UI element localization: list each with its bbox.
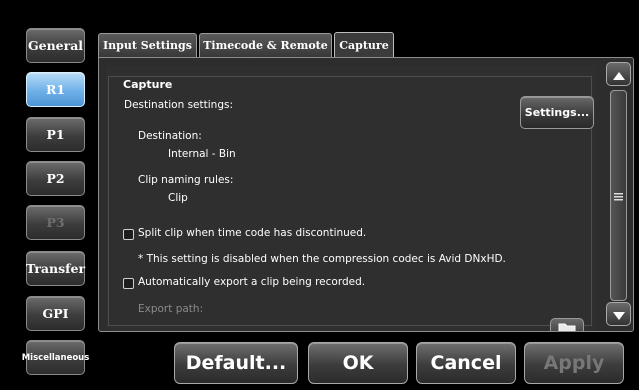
destination-settings-label: Destination settings: bbox=[124, 99, 233, 111]
sidebar-item-label: Transfer bbox=[25, 261, 86, 276]
triangle-up-icon bbox=[612, 65, 625, 84]
settings-button[interactable]: Settings... bbox=[520, 96, 594, 129]
tab-input-settings[interactable]: Input Settings bbox=[98, 33, 197, 57]
settings-button-label: Settings... bbox=[524, 106, 590, 119]
ok-button-label: OK bbox=[342, 352, 374, 374]
sidebar-item-r1[interactable]: R1 bbox=[26, 72, 85, 107]
cancel-button-label: Cancel bbox=[430, 352, 502, 374]
clip-naming-label: Clip naming rules: bbox=[138, 174, 234, 186]
scrollbar-track[interactable] bbox=[610, 90, 627, 301]
default-button-label: Default... bbox=[185, 352, 287, 374]
sidebar-item-gpi[interactable]: GPI bbox=[26, 296, 85, 331]
sidebar-item-label: P2 bbox=[46, 171, 65, 186]
tab-label: Input Settings bbox=[103, 39, 192, 52]
scroll-down-button[interactable] bbox=[606, 302, 631, 326]
sidebar-item-label: General bbox=[27, 38, 84, 53]
sidebar-item-miscellaneous[interactable]: Miscellaneous bbox=[22, 340, 89, 375]
sidebar-item-label: P3 bbox=[46, 215, 65, 230]
sidebar-item-label: P1 bbox=[46, 127, 65, 142]
sidebar-item-p3: P3 bbox=[26, 205, 85, 240]
tab-label: Timecode & Remote bbox=[203, 39, 328, 52]
tab-timecode-remote[interactable]: Timecode & Remote bbox=[199, 33, 332, 57]
tab-label: Capture bbox=[339, 39, 389, 52]
split-clip-note: * This setting is disabled when the comp… bbox=[138, 253, 506, 265]
export-path-label: Export path: bbox=[138, 303, 204, 315]
browse-folder-button[interactable] bbox=[550, 318, 584, 331]
triangle-down-icon bbox=[612, 305, 625, 324]
destination-value: Internal - Bin bbox=[168, 148, 236, 160]
destination-label: Destination: bbox=[138, 130, 202, 142]
capture-group-title: Capture bbox=[120, 78, 176, 91]
sidebar-item-label: Miscellaneous bbox=[21, 352, 90, 363]
ok-button[interactable]: OK bbox=[308, 342, 408, 384]
sidebar-item-transfer[interactable]: Transfer bbox=[26, 251, 85, 286]
default-button[interactable]: Default... bbox=[174, 342, 298, 384]
folder-icon bbox=[558, 320, 576, 331]
auto-export-checkbox[interactable] bbox=[123, 278, 134, 289]
sidebar-item-label: R1 bbox=[45, 82, 66, 97]
sidebar-item-label: GPI bbox=[42, 306, 69, 321]
grip-lines-icon bbox=[614, 186, 623, 205]
auto-export-label[interactable]: Automatically export a clip being record… bbox=[138, 276, 365, 288]
capture-content: Capture Destination settings: Settings..… bbox=[106, 66, 596, 331]
sidebar-item-general[interactable]: General bbox=[26, 28, 85, 63]
scroll-up-button[interactable] bbox=[606, 62, 631, 86]
sidebar-item-p1[interactable]: P1 bbox=[26, 117, 85, 152]
tab-capture[interactable]: Capture bbox=[334, 32, 394, 58]
sidebar-item-p2[interactable]: P2 bbox=[26, 161, 85, 196]
capture-panel: Capture Destination settings: Settings..… bbox=[98, 57, 634, 332]
cancel-button[interactable]: Cancel bbox=[416, 342, 516, 384]
clip-naming-value: Clip bbox=[168, 192, 188, 204]
split-clip-label[interactable]: Split clip when time code has discontinu… bbox=[138, 227, 366, 239]
apply-button: Apply bbox=[524, 342, 624, 384]
split-clip-checkbox[interactable] bbox=[123, 229, 134, 240]
apply-button-label: Apply bbox=[543, 352, 605, 374]
